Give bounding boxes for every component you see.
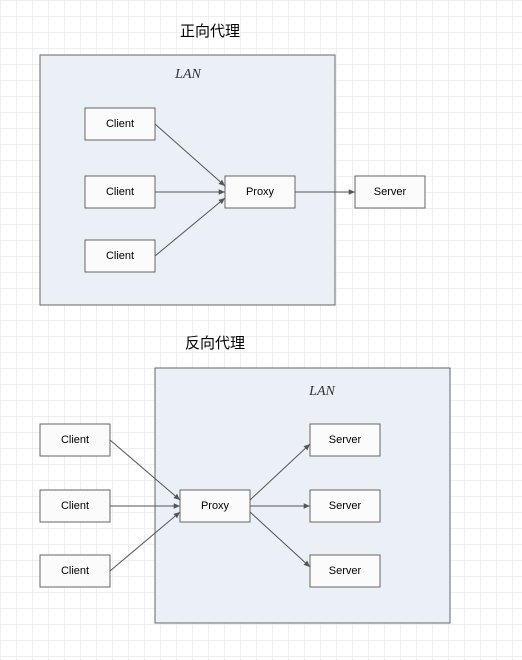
reverse-server-1-label: Server bbox=[329, 434, 362, 446]
forward-client-1-label: Client bbox=[106, 118, 134, 130]
reverse-server-3-label: Server bbox=[329, 565, 362, 577]
forward-client-3-label: Client bbox=[106, 250, 134, 262]
reverse-proxy-title: 反向代理 bbox=[185, 335, 245, 352]
forward-proxy-title: 正向代理 bbox=[180, 23, 240, 40]
reverse-client-3-label: Client bbox=[61, 565, 89, 577]
reverse-proxy-label: Proxy bbox=[201, 500, 230, 512]
reverse-client-1-label: Client bbox=[61, 434, 89, 446]
reverse-client-2-label: Client bbox=[61, 500, 89, 512]
forward-lan-label: LAN bbox=[174, 67, 201, 82]
diagram-canvas: 正向代理 LAN Client Client Client Proxy Serv… bbox=[0, 0, 522, 660]
forward-server-label: Server bbox=[374, 186, 407, 198]
reverse-server-2-label: Server bbox=[329, 500, 362, 512]
reverse-lan-label: LAN bbox=[308, 384, 335, 399]
forward-proxy-label: Proxy bbox=[246, 186, 275, 198]
forward-client-2-label: Client bbox=[106, 186, 134, 198]
